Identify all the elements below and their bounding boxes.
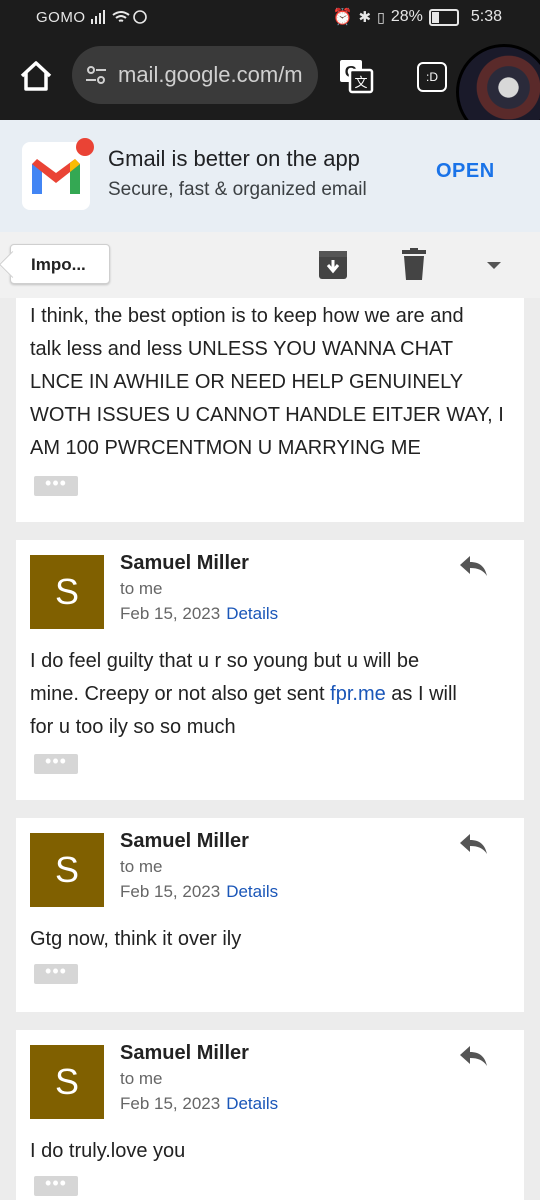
reply-icon[interactable] — [458, 832, 488, 856]
reply-icon[interactable] — [458, 554, 488, 578]
message-line: WOTH ISSUES U CANNOT HANDLE EITJER WAY, … — [30, 404, 504, 426]
alarm-icon: ⏰ — [332, 9, 353, 26]
sender-avatar: S — [30, 833, 104, 907]
message-body: I do truly.love you — [30, 1140, 186, 1162]
bluetooth-icon: ✱ — [358, 9, 372, 26]
vibrate-icon: ▯ — [377, 8, 385, 25]
more-actions-dropdown-icon[interactable] — [485, 256, 503, 274]
status-bar: GOMO ⏰ ✱ ▯ 28% 5:38 — [0, 0, 540, 34]
battery-percent: 28% — [390, 8, 423, 25]
message-date: Feb 15, 2023 — [120, 604, 221, 623]
carrier-label: GOMO — [36, 9, 86, 26]
status-right: ⏰ ✱ ▯ 28% 5:38 — [333, 7, 502, 27]
archive-icon[interactable] — [318, 250, 348, 280]
url-text: mail.google.com/m — [118, 62, 303, 87]
site-settings-icon[interactable] — [84, 63, 108, 87]
show-trimmed-content-button[interactable]: ••• — [34, 474, 78, 496]
show-trimmed-content-button[interactable]: ••• — [34, 1174, 78, 1196]
message-text: as I will — [385, 683, 457, 705]
recipient-label: to me — [120, 579, 163, 598]
translate-icon[interactable]: G文 — [338, 58, 374, 94]
browser-toolbar: mail.google.com/m G文 :D — [0, 34, 540, 140]
banner-title: Gmail is better on the app — [108, 146, 360, 171]
details-link[interactable]: Details — [226, 882, 278, 901]
message-line: I think, the best option is to keep how … — [30, 305, 464, 327]
sender-avatar: S — [30, 1045, 104, 1119]
message-link[interactable]: fpr.me — [330, 683, 386, 705]
message-card-3: S Samuel Miller to me Feb 15, 2023 Detail… — [16, 818, 524, 1012]
message-body: Gtg now, think it over ily — [30, 928, 242, 950]
message-line: AM 100 PWRCENTMON U MARRYING ME — [30, 437, 421, 459]
notification-dot — [76, 138, 94, 156]
delete-icon[interactable] — [401, 248, 427, 280]
message-date-row: Feb 15, 2023 Details — [120, 882, 278, 902]
message-body: I think, the best option is to keep how … — [30, 300, 504, 465]
message-date-row: Feb 15, 2023 Details — [120, 604, 278, 624]
sender-name[interactable]: Samuel Miller — [120, 552, 249, 575]
reply-icon[interactable] — [458, 1044, 488, 1068]
message-body: I do feel guilty that u r so young but u… — [30, 645, 457, 744]
address-bar[interactable]: mail.google.com/m — [72, 46, 318, 104]
message-card-4: S Samuel Miller to me Feb 15, 2023 Detail… — [16, 1030, 524, 1200]
show-trimmed-content-button[interactable]: ••• — [34, 962, 78, 984]
message-line: for u too ily so so much — [30, 716, 236, 738]
message-date-row: Feb 15, 2023 Details — [120, 1094, 278, 1114]
message-line: mine. Creepy or not also get sent fpr.me… — [30, 678, 457, 711]
sender-avatar: S — [30, 555, 104, 629]
sender-name[interactable]: Samuel Miller — [120, 830, 249, 853]
banner-subtitle: Secure, fast & organized email — [108, 179, 367, 200]
mail-toolbar: Impo... — [0, 232, 540, 298]
message-date: Feb 15, 2023 — [120, 882, 221, 901]
message-line: I do feel guilty that u r so young but u… — [30, 650, 420, 672]
tab-switcher-button[interactable]: :D — [417, 62, 447, 92]
details-link[interactable]: Details — [226, 604, 278, 623]
open-app-button[interactable]: OPEN — [436, 160, 495, 183]
sender-name[interactable]: Samuel Miller — [120, 1042, 249, 1065]
recipient-label: to me — [120, 857, 163, 876]
message-card-1: I think, the best option is to keep how … — [16, 298, 524, 522]
message-card-2: S Samuel Miller to me Feb 15, 2023 Detail… — [16, 540, 524, 800]
recipient-label: to me — [120, 1069, 163, 1088]
svg-text:文: 文 — [354, 76, 367, 91]
battery-icon — [428, 8, 459, 26]
message-line: LNCE IN AWHILE OR NEED HELP GENUINELY — [30, 371, 464, 393]
message-text: mine. Creepy or not also get sent — [30, 683, 331, 705]
back-to-label-button[interactable]: Impo... — [10, 244, 110, 284]
message-line: talk less and less UNLESS YOU WANNA CHAT — [30, 338, 454, 360]
show-trimmed-content-button[interactable]: ••• — [34, 752, 78, 774]
message-date: Feb 15, 2023 — [120, 1094, 221, 1113]
home-icon[interactable] — [18, 58, 54, 94]
details-link[interactable]: Details — [226, 1094, 278, 1113]
signal-wifi-icon — [89, 9, 149, 29]
clock: 5:38 — [470, 8, 502, 25]
app-promo-banner: Gmail is better on the app Secure, fast … — [0, 120, 540, 232]
gmail-logo-icon — [22, 138, 94, 210]
